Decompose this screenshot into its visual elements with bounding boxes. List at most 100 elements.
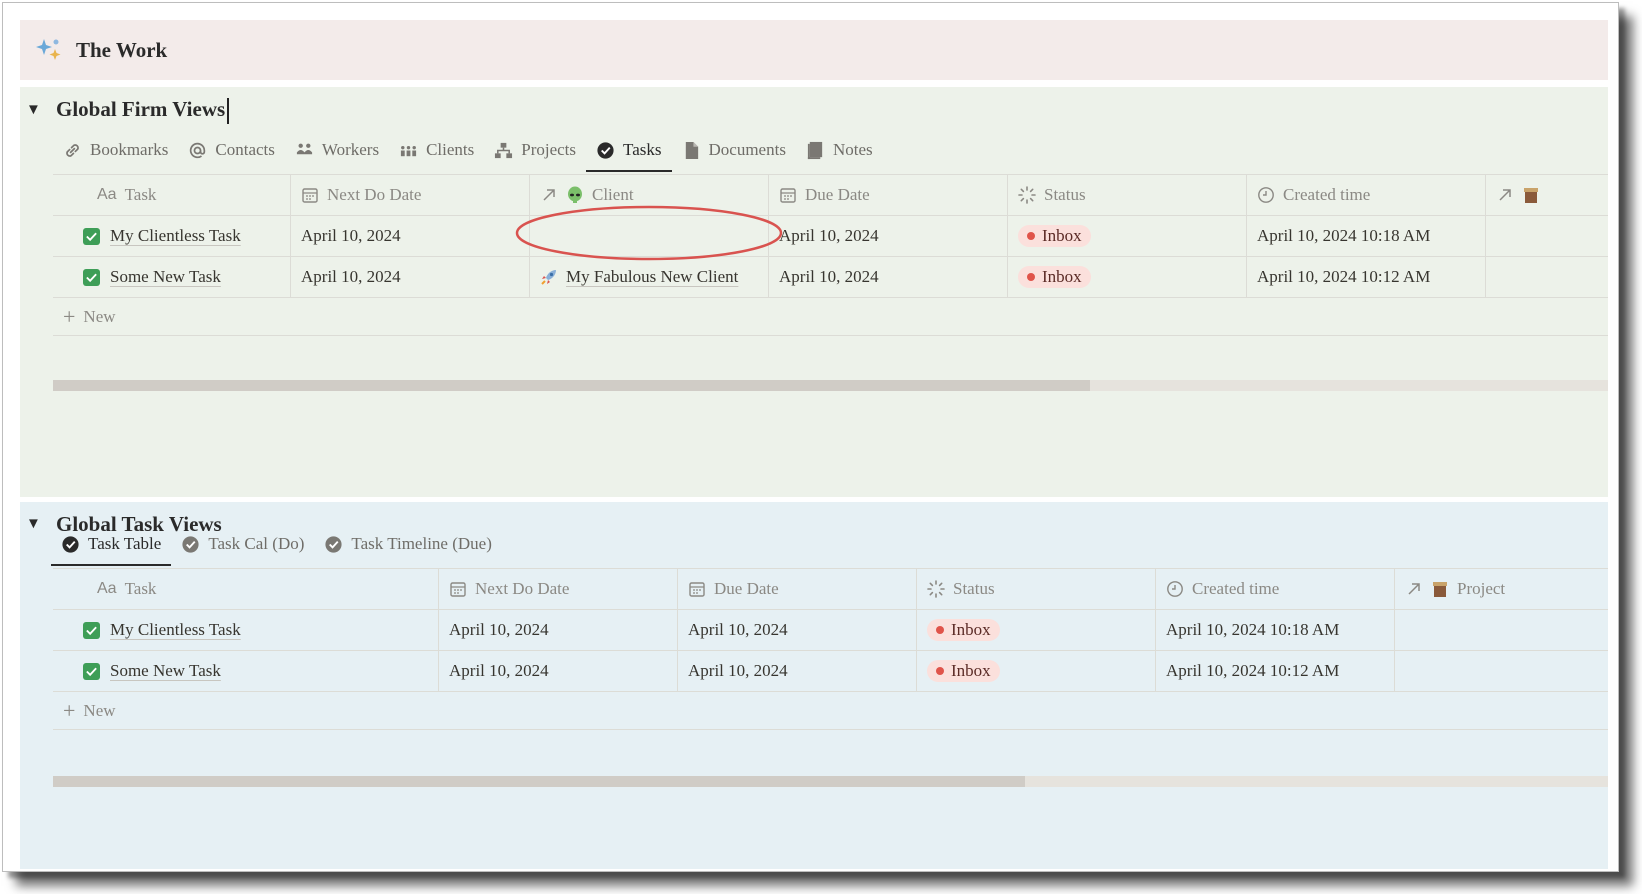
next-do-date-cell[interactable]: April 10, 2024 — [439, 610, 678, 650]
table-row[interactable]: Some New Task April 10, 2024 My Fabulous… — [53, 257, 1608, 298]
created-time-cell[interactable]: April 10, 2024 10:18 AM — [1247, 216, 1486, 256]
check-circle-icon — [597, 141, 614, 159]
section-heading[interactable]: Global Firm Views — [56, 97, 229, 125]
collapse-toggle-icon[interactable]: ▼ — [26, 516, 48, 533]
tab-projects[interactable]: Projects — [484, 129, 586, 171]
relation-arrow-icon — [1405, 580, 1423, 598]
status-dot-icon — [936, 667, 944, 675]
clock-icon — [1166, 580, 1184, 598]
column-header-client[interactable]: Client — [530, 175, 769, 215]
column-header-created-time[interactable]: Created time — [1247, 175, 1486, 215]
column-header-project-truncated[interactable] — [1486, 175, 1546, 215]
task-cell[interactable]: Some New Task — [53, 651, 439, 691]
status-cell[interactable]: Inbox — [1008, 257, 1247, 297]
horizontal-scrollbar[interactable] — [53, 776, 1608, 787]
plus-icon: + — [63, 303, 76, 329]
global-firm-views-section: ▼ Global Firm Views Bookmarks Contacts W… — [20, 87, 1608, 497]
project-cell[interactable] — [1486, 257, 1546, 297]
tab-workers[interactable]: Workers — [285, 129, 389, 171]
next-do-date-cell[interactable]: April 10, 2024 — [439, 651, 678, 691]
checkbox-checked-icon[interactable] — [83, 227, 100, 245]
checkbox-checked-icon[interactable] — [83, 621, 100, 639]
status-cell[interactable]: Inbox — [917, 610, 1156, 650]
column-header-next-do-date[interactable]: Next Do Date — [291, 175, 530, 215]
tab-bookmarks[interactable]: Bookmarks — [53, 129, 178, 171]
client-link[interactable]: My Fabulous New Client — [540, 267, 738, 287]
text-cursor — [227, 98, 229, 125]
tab-label: Task Cal (Do) — [208, 534, 305, 553]
check-circle-icon — [182, 535, 199, 553]
column-header-status[interactable]: Status — [1008, 175, 1247, 215]
title-prop-icon: Aa — [97, 580, 117, 597]
column-header-task[interactable]: Aa Task — [53, 175, 291, 215]
at-icon — [190, 142, 206, 158]
column-header-next-do-date[interactable]: Next Do Date — [439, 569, 678, 609]
collapse-toggle-icon[interactable]: ▼ — [26, 102, 48, 119]
horizontal-scrollbar[interactable] — [53, 380, 1608, 391]
new-row-button[interactable]: + New — [53, 298, 1608, 336]
due-date-cell[interactable]: April 10, 2024 — [769, 216, 1008, 256]
client-cell-empty[interactable] — [530, 216, 769, 256]
created-time-cell[interactable]: April 10, 2024 10:12 AM — [1156, 651, 1395, 691]
checkbox-checked-icon[interactable] — [83, 268, 100, 286]
tab-contacts[interactable]: Contacts — [178, 129, 285, 171]
due-date-cell[interactable]: April 10, 2024 — [678, 651, 917, 691]
tab-label: Task Table — [88, 534, 162, 553]
table-row[interactable]: Some New Task April 10, 2024 April 10, 2… — [53, 651, 1608, 692]
column-header-project[interactable]: Project — [1395, 569, 1545, 609]
due-date-cell[interactable]: April 10, 2024 — [678, 610, 917, 650]
tab-task-timeline-due[interactable]: Task Timeline (Due) — [314, 523, 501, 565]
column-header-status[interactable]: Status — [917, 569, 1156, 609]
calendar-icon — [688, 580, 706, 598]
scrollbar-thumb[interactable] — [53, 380, 1091, 391]
next-do-date-cell[interactable]: April 10, 2024 — [291, 216, 530, 256]
project-cell[interactable] — [1395, 651, 1545, 691]
tab-task-table[interactable]: Task Table — [51, 523, 172, 566]
status-cell[interactable]: Inbox — [917, 651, 1156, 691]
people-icon — [296, 143, 312, 154]
title-prop-icon: Aa — [97, 186, 117, 203]
task-cell[interactable]: My Clientless Task — [53, 610, 439, 650]
project-cell[interactable] — [1486, 216, 1546, 256]
status-dot-icon — [1027, 232, 1035, 240]
hierarchy-icon — [495, 142, 513, 158]
tab-label: Clients — [426, 140, 475, 159]
tab-label: Contacts — [215, 140, 275, 159]
tab-clients[interactable]: Clients — [389, 129, 484, 171]
check-circle-icon — [325, 535, 342, 553]
alien-icon — [566, 186, 584, 204]
created-time-cell[interactable]: April 10, 2024 10:12 AM — [1247, 257, 1486, 297]
status-dot-icon — [936, 626, 944, 634]
task-name[interactable]: My Clientless Task — [110, 620, 241, 640]
next-do-date-cell[interactable]: April 10, 2024 — [291, 257, 530, 297]
table-header-row: Aa Task Next Do Date Client Due Date Sta… — [53, 175, 1608, 216]
table-row[interactable]: My Clientless Task April 10, 2024 April … — [53, 610, 1608, 651]
task-name[interactable]: Some New Task — [110, 267, 221, 287]
task-name[interactable]: My Clientless Task — [110, 226, 241, 246]
project-cell[interactable] — [1395, 610, 1545, 650]
tab-task-cal-do[interactable]: Task Cal (Do) — [171, 523, 314, 565]
tab-notes[interactable]: Notes — [796, 129, 883, 171]
scrollbar-thumb[interactable] — [53, 776, 1025, 787]
new-row-button[interactable]: + New — [53, 692, 1608, 730]
column-header-due-date[interactable]: Due Date — [678, 569, 917, 609]
table-header-row: Aa Task Next Do Date Due Date Status Cre… — [53, 569, 1608, 610]
group-icon — [400, 145, 417, 156]
column-header-task[interactable]: Aa Task — [53, 569, 439, 609]
table-row[interactable]: My Clientless Task April 10, 2024 April … — [53, 216, 1608, 257]
tab-tasks[interactable]: Tasks — [586, 129, 672, 172]
tab-documents[interactable]: Documents — [672, 129, 796, 171]
tab-label: Projects — [521, 140, 577, 159]
tab-label: Documents — [708, 140, 786, 159]
relation-arrow-icon — [540, 186, 558, 204]
task-cell[interactable]: Some New Task — [53, 257, 291, 297]
status-cell[interactable]: Inbox — [1008, 216, 1247, 256]
column-header-due-date[interactable]: Due Date — [769, 175, 1008, 215]
due-date-cell[interactable]: April 10, 2024 — [769, 257, 1008, 297]
created-time-cell[interactable]: April 10, 2024 10:18 AM — [1156, 610, 1395, 650]
checkbox-checked-icon[interactable] — [83, 662, 100, 680]
column-header-created-time[interactable]: Created time — [1156, 569, 1395, 609]
task-name[interactable]: Some New Task — [110, 661, 221, 681]
task-cell[interactable]: My Clientless Task — [53, 216, 291, 256]
client-cell[interactable]: My Fabulous New Client — [530, 257, 769, 297]
